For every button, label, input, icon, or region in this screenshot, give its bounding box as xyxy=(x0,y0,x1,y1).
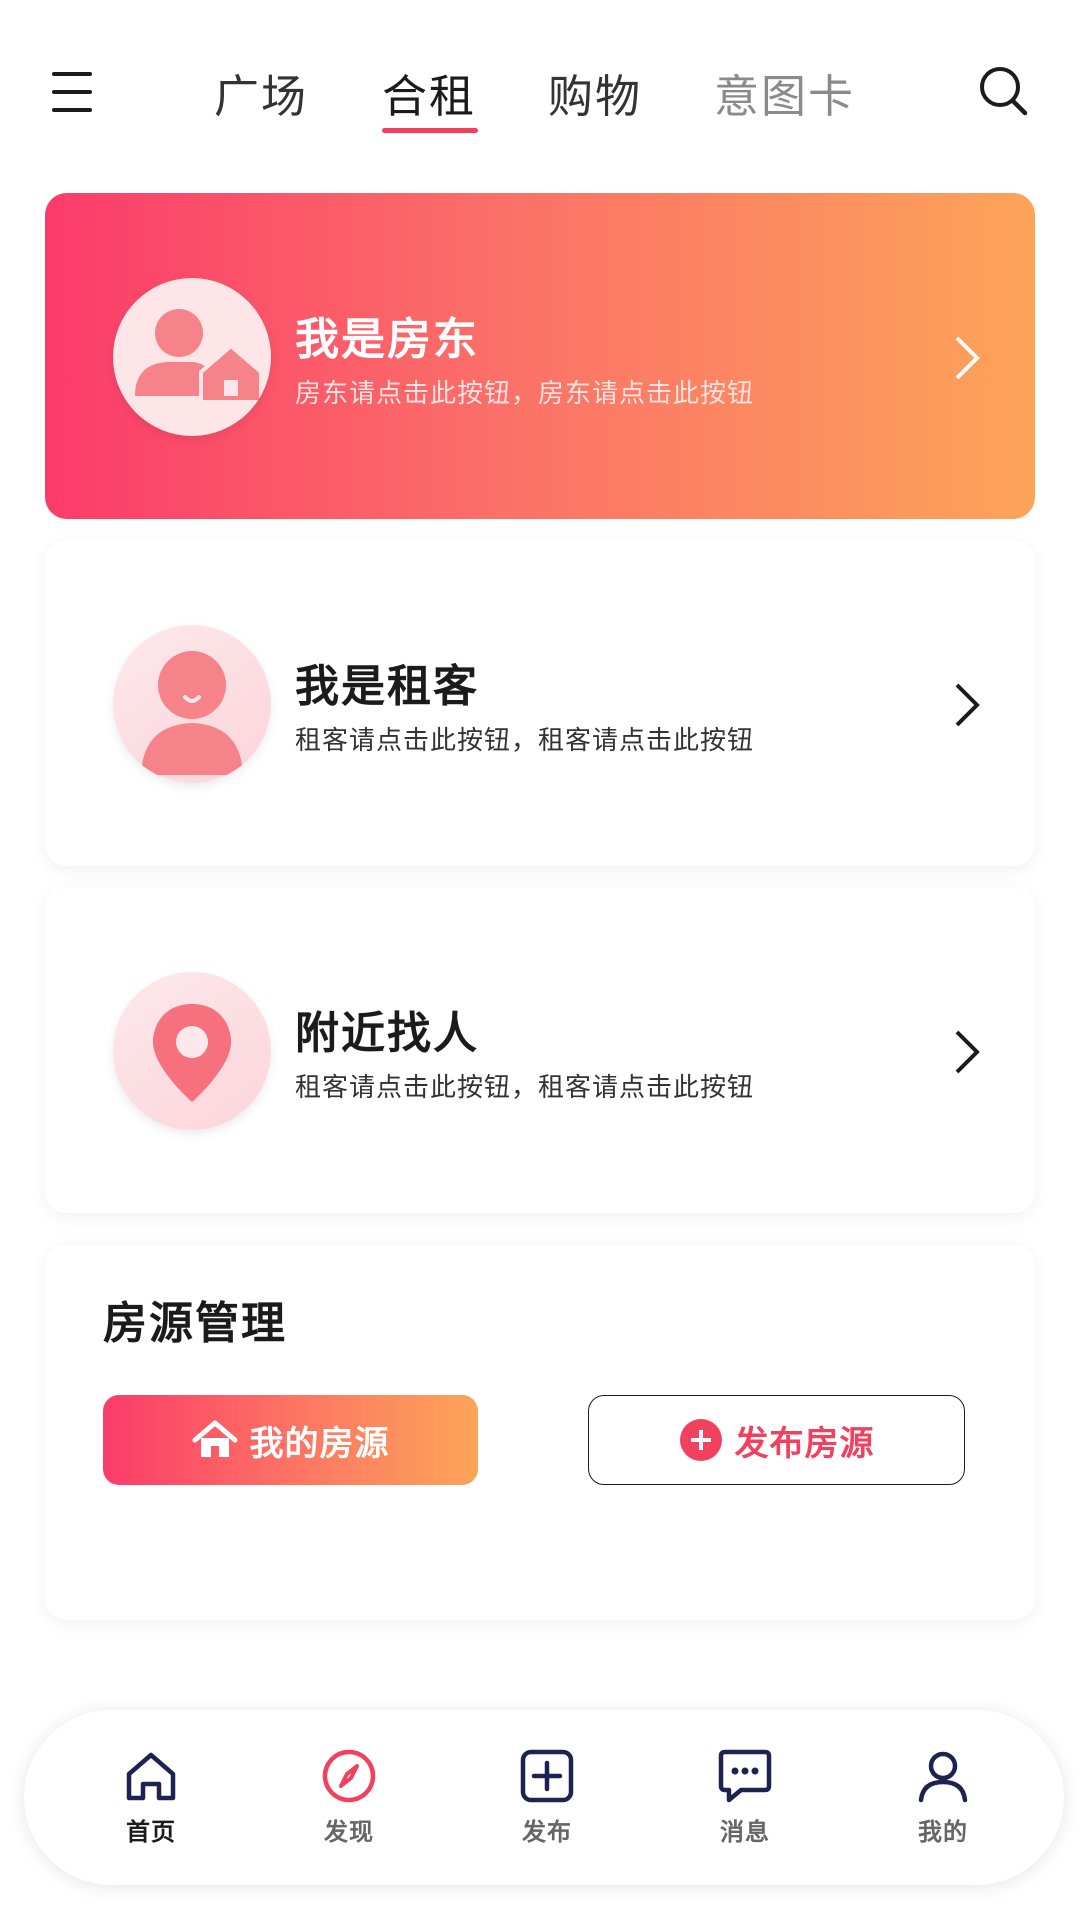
nearby-subtitle: 租客请点击此按钮，租客请点击此按钮 xyxy=(295,1073,755,1103)
top-bar: 广场 合租 购物 意图卡 xyxy=(0,0,1080,150)
chevron-right-icon xyxy=(945,680,985,730)
chevron-right-icon xyxy=(945,1027,985,1077)
my-listings-button[interactable]: 我的房源 xyxy=(103,1395,478,1485)
location-pin-icon xyxy=(113,972,271,1130)
plus-square-icon xyxy=(520,1749,574,1803)
tab-shopping[interactable]: 购物 xyxy=(548,60,642,125)
nav-messages-label: 消息 xyxy=(720,1818,770,1846)
compass-icon xyxy=(322,1749,376,1803)
home-icon xyxy=(126,1752,176,1801)
section-title: 房源管理 xyxy=(103,1298,287,1349)
nav-profile-label: 我的 xyxy=(918,1818,968,1846)
nav-home[interactable]: 首页 xyxy=(91,1748,211,1868)
tenant-card[interactable]: 我是租客 租客请点击此按钮，租客请点击此按钮 xyxy=(45,540,1035,866)
my-listings-label: 我的房源 xyxy=(249,1423,390,1464)
tenant-subtitle: 租客请点击此按钮，租客请点击此按钮 xyxy=(295,726,755,756)
tab-intent-card[interactable]: 意图卡 xyxy=(714,60,855,125)
message-icon xyxy=(718,1749,772,1803)
publish-listing-label: 发布房源 xyxy=(734,1423,875,1464)
listing-management-card: 房源管理 我的房源 发布房源 xyxy=(45,1245,1035,1620)
bottom-navigation: 首页 发现 发布 消息 我的 xyxy=(24,1710,1064,1885)
nav-home-label: 首页 xyxy=(126,1818,176,1846)
active-tab-indicator xyxy=(382,128,478,133)
chevron-right-icon xyxy=(945,333,985,383)
nav-discover-label: 发现 xyxy=(324,1818,374,1846)
nearby-title: 附近找人 xyxy=(295,1008,479,1059)
tab-plaza[interactable]: 广场 xyxy=(214,60,308,125)
house-icon xyxy=(192,1420,237,1457)
nav-profile[interactable]: 我的 xyxy=(883,1748,1003,1868)
tenant-title: 我是租客 xyxy=(295,661,479,712)
landlord-title: 我是房东 xyxy=(295,314,479,365)
tab-shared-rent[interactable]: 合租 xyxy=(382,60,476,125)
nav-publish[interactable]: 发布 xyxy=(487,1748,607,1868)
publish-listing-button[interactable]: 发布房源 xyxy=(588,1395,965,1485)
landlord-subtitle: 房东请点击此按钮，房东请点击此按钮 xyxy=(295,379,755,409)
tenant-person-icon xyxy=(113,625,271,783)
landlord-card[interactable]: 我是房东 房东请点击此按钮，房东请点击此按钮 xyxy=(45,193,1035,519)
landlord-house-icon xyxy=(113,278,271,436)
user-icon xyxy=(918,1751,968,1803)
plus-circle-icon xyxy=(679,1419,722,1461)
nav-messages[interactable]: 消息 xyxy=(685,1748,805,1868)
nearby-card[interactable]: 附近找人 租客请点击此按钮，租客请点击此按钮 xyxy=(45,887,1035,1213)
nav-discover[interactable]: 发现 xyxy=(289,1748,409,1868)
top-tabs: 广场 合租 购物 意图卡 xyxy=(0,60,1080,140)
nav-publish-label: 发布 xyxy=(522,1818,572,1846)
search-icon[interactable] xyxy=(978,64,1032,120)
